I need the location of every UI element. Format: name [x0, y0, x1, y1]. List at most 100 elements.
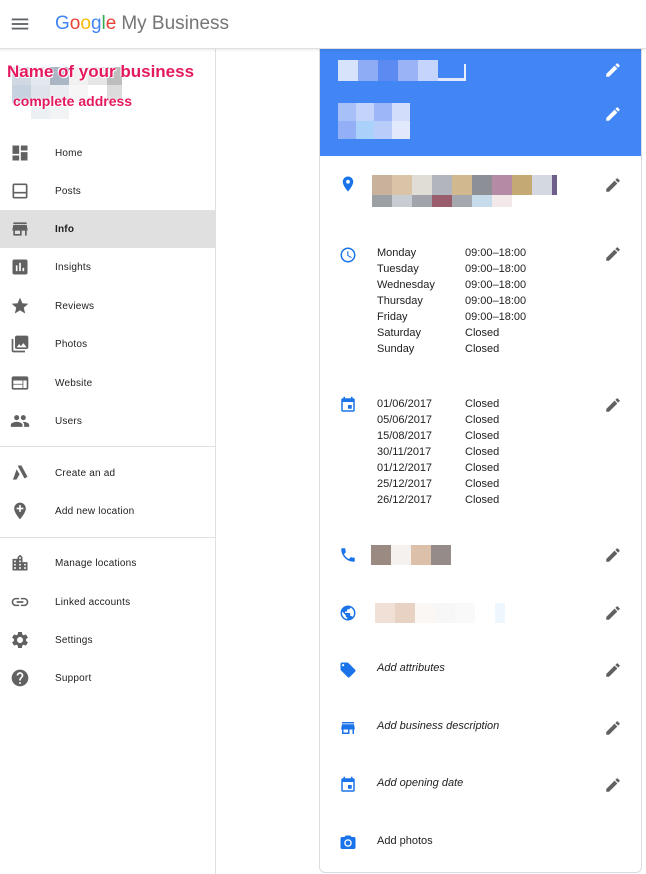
day-label: Tuesday: [377, 263, 419, 275]
redacted-website: [375, 603, 507, 623]
sidebar-item-label: Reviews: [55, 300, 95, 312]
sidebar-item-label: Users: [55, 415, 83, 427]
sidebar-item-label: Settings: [55, 634, 93, 646]
hours-value: 09:00–18:00: [465, 247, 527, 259]
card-header-business-identity: [320, 49, 641, 156]
special-hours-row: 30/11/2017 Closed: [377, 444, 499, 460]
sidebar-item-info[interactable]: Info: [0, 210, 215, 248]
location-pin-icon: [342, 176, 354, 192]
phone-icon: [341, 548, 355, 562]
sidebar-item-settings[interactable]: Settings: [0, 621, 215, 659]
day-label: Monday: [377, 247, 417, 259]
hours-value: 09:00–18:00: [465, 279, 527, 291]
help-icon: [11, 669, 29, 687]
redacted-name: [338, 60, 468, 81]
special-hours-row: 01/12/2017 Closed: [377, 460, 499, 476]
sidebar-item-posts[interactable]: Posts: [0, 172, 215, 210]
edit-description-pencil-icon[interactable]: [604, 719, 622, 737]
gear-icon: [12, 632, 28, 648]
tag-icon: [340, 662, 356, 678]
edit-name-pencil-icon[interactable]: [604, 61, 622, 79]
date-label: 25/12/2017: [377, 478, 433, 490]
sidebar-item-users[interactable]: Users: [0, 402, 215, 440]
annotation-business-address: complete address: [13, 93, 133, 109]
edit-opening-date-pencil-icon[interactable]: [604, 776, 622, 794]
info-card: Monday 09:00–18:00 Tuesday 09:00–18:00 Wed…: [319, 49, 642, 873]
hours-row: Sunday Closed: [377, 341, 526, 357]
logo-letter: g: [90, 13, 102, 34]
redacted-category: [338, 103, 413, 139]
status-value: Closed: [465, 430, 500, 442]
sidebar-item-label: Linked accounts: [55, 596, 131, 608]
sidebar-item-website[interactable]: Website: [0, 364, 215, 402]
date-label: 01/12/2017: [377, 462, 433, 474]
sidebar-item-manage-locations[interactable]: Manage locations: [0, 544, 215, 582]
day-label: Wednesday: [377, 279, 435, 291]
clock-icon: [340, 247, 356, 263]
day-label: Thursday: [377, 295, 423, 307]
edit-category-pencil-icon[interactable]: [604, 105, 622, 123]
add-attributes-link[interactable]: Add attributes: [377, 662, 445, 674]
star-icon: [11, 297, 29, 314]
date-label: 05/06/2017: [377, 414, 433, 426]
edit-phone-pencil-icon[interactable]: [604, 546, 622, 564]
logo-letter: o: [80, 13, 91, 34]
add-opening-date-link[interactable]: Add opening date: [377, 777, 463, 789]
sidebar-item-label: Home: [55, 147, 83, 159]
sidebar: Name of your business complete address H…: [0, 49, 216, 874]
calendar-icon: [341, 776, 355, 792]
special-hours-row: 01/06/2017 Closed: [377, 396, 499, 412]
day-label: Friday: [377, 311, 408, 323]
sidebar-item-label: Support: [55, 672, 92, 684]
edit-address-pencil-icon[interactable]: [604, 176, 622, 194]
date-label: 01/06/2017: [377, 398, 433, 410]
edit-website-pencil-icon[interactable]: [604, 604, 622, 622]
hours-value: Closed: [465, 327, 500, 339]
status-value: Closed: [465, 414, 500, 426]
sidebar-divider: [0, 537, 215, 538]
posts-icon: [12, 183, 28, 199]
status-value: Closed: [465, 462, 500, 474]
google-my-business-logo[interactable]: Google My Business: [55, 12, 229, 36]
hours-value: 09:00–18:00: [465, 311, 527, 323]
location-grid-icon: [12, 554, 28, 571]
date-label: 30/11/2017: [377, 446, 432, 458]
hours-value: Closed: [465, 343, 500, 355]
hours-row: Friday 09:00–18:00: [377, 309, 526, 325]
dashboard-icon: [12, 145, 28, 161]
add-photos-link[interactable]: Add photos: [377, 835, 433, 847]
hours-value: 09:00–18:00: [465, 263, 527, 275]
status-value: Closed: [465, 446, 500, 458]
sidebar-item-label: Website: [55, 377, 93, 389]
sidebar-item-add-new-location[interactable]: Add new location: [0, 492, 215, 530]
sidebar-item-label: Insights: [55, 261, 92, 273]
hamburger-menu-icon[interactable]: [9, 13, 31, 35]
hours-row: Thursday 09:00–18:00: [377, 293, 526, 309]
edit-attributes-pencil-icon[interactable]: [604, 661, 622, 679]
day-label: Sunday: [377, 343, 415, 355]
sidebar-item-create-ad[interactable]: Create an ad: [0, 454, 215, 492]
sidebar-item-linked-accounts[interactable]: Linked accounts: [0, 583, 215, 621]
sidebar-item-reviews[interactable]: Reviews: [0, 287, 215, 325]
status-value: Closed: [465, 494, 500, 506]
sidebar-item-photos[interactable]: Photos: [0, 325, 215, 363]
camera-icon: [340, 835, 356, 849]
edit-hours-pencil-icon[interactable]: [604, 245, 622, 263]
logo-letter: e: [105, 13, 117, 34]
sidebar-item-support[interactable]: Support: [0, 659, 215, 697]
sidebar-item-label: Info: [55, 223, 75, 235]
product-name: My Business: [121, 13, 230, 34]
annotation-business-name: Name of your business: [7, 62, 195, 81]
hours-row: Tuesday 09:00–18:00: [377, 261, 526, 277]
storefront-icon: [341, 722, 355, 734]
sidebar-item-home[interactable]: Home: [0, 134, 215, 172]
web-icon: [11, 376, 29, 390]
date-label: 26/12/2017: [377, 494, 433, 506]
sidebar-item-label: Posts: [55, 185, 82, 197]
add-business-description-link[interactable]: Add business description: [377, 720, 499, 732]
edit-special-hours-pencil-icon[interactable]: [604, 396, 622, 414]
top-app-bar: Google My Business: [0, 0, 646, 49]
sidebar-item-insights[interactable]: Insights: [0, 248, 215, 286]
special-hours-table: 01/06/2017 Closed 05/06/2017 Closed 15/08/…: [377, 396, 499, 508]
globe-icon: [340, 605, 356, 621]
